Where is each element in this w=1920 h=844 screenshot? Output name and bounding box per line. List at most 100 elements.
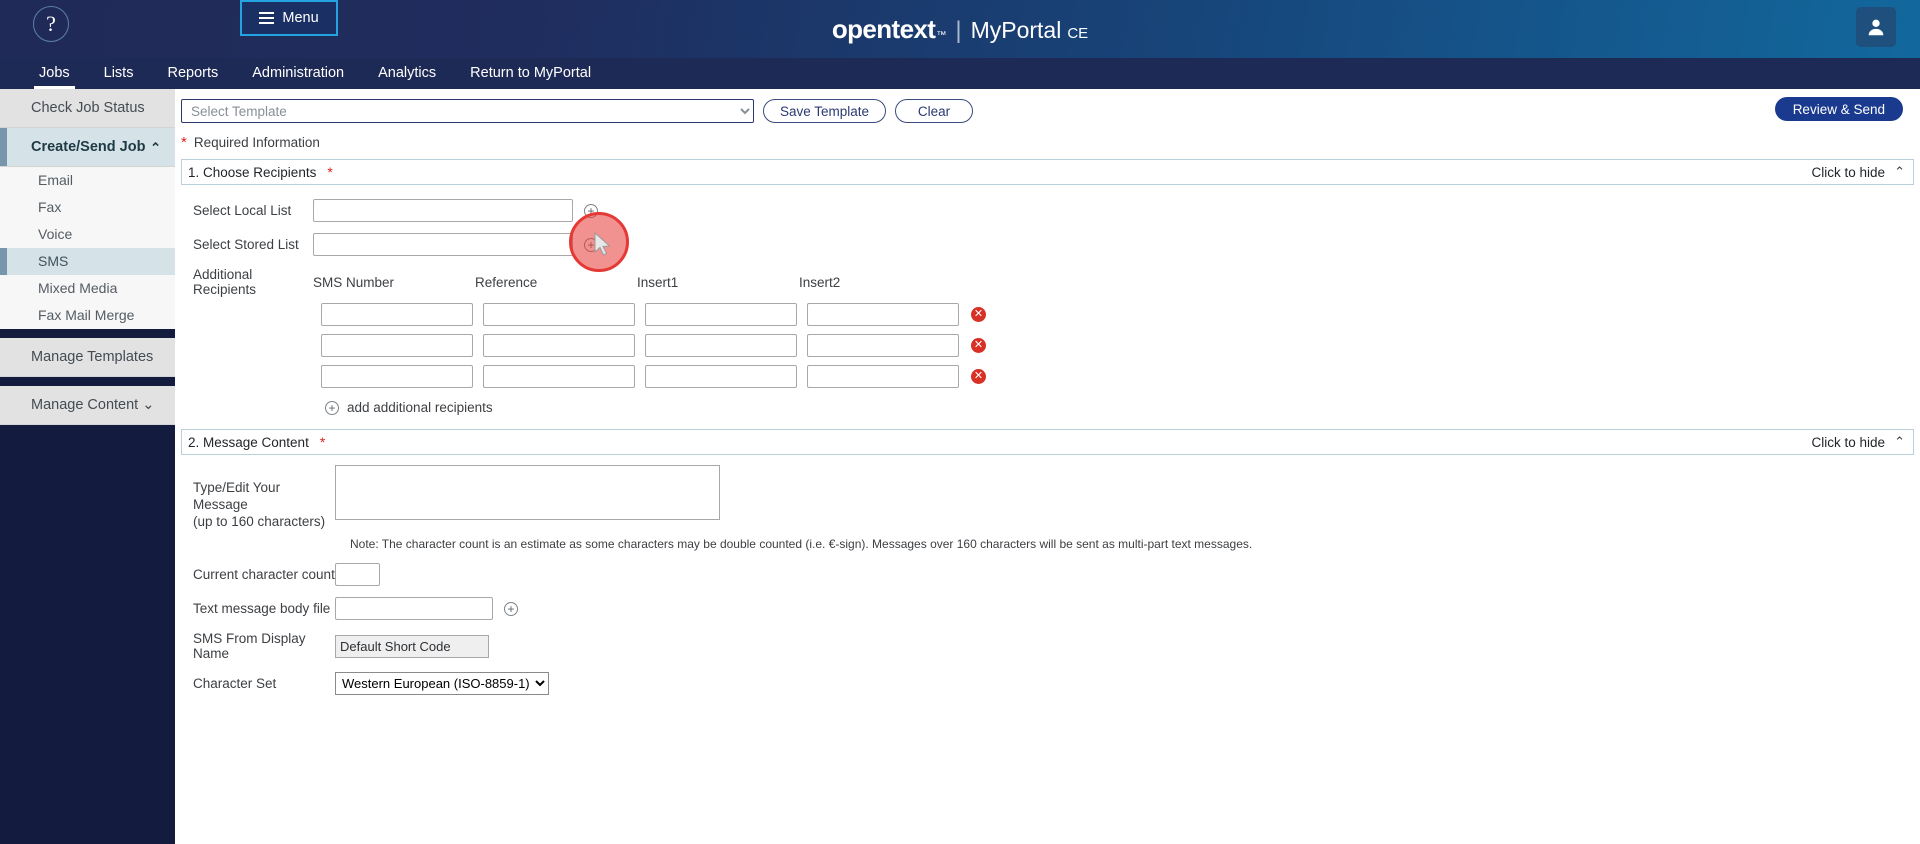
chevron-up-icon: ⌃: [150, 128, 161, 167]
application-window: ? Menu opentext ™ | MyPortal CE Jobs Lis…: [0, 0, 1920, 844]
required-star-icon: *: [327, 164, 332, 180]
recipient-reference-input[interactable]: [483, 303, 635, 326]
recipient-sms-number-input[interactable]: [321, 303, 473, 326]
brand-edition: CE: [1067, 25, 1088, 42]
add-stored-list-icon[interactable]: +: [584, 238, 598, 252]
menu-button[interactable]: Menu: [240, 0, 338, 36]
recipient-reference-input[interactable]: [483, 365, 635, 388]
recipient-sms-number-input[interactable]: [321, 365, 473, 388]
required-star-icon: *: [181, 135, 187, 150]
select-local-list-label: Select Local List: [185, 203, 313, 218]
section-header-choose-recipients[interactable]: 1. Choose Recipients * Click to hide ⌃: [181, 159, 1914, 185]
nav-item-administration[interactable]: Administration: [235, 58, 361, 89]
text-message-body-file-label: Text message body file: [185, 601, 335, 616]
sidebar-item-label: Manage Templates: [31, 349, 153, 365]
recipient-insert1-input[interactable]: [645, 303, 797, 326]
current-character-count-row: Current character count: [185, 563, 1920, 586]
required-star-icon: *: [320, 434, 325, 450]
section1-toggle-label: Click to hide: [1811, 165, 1885, 180]
section2-title: 2. Message Content: [188, 435, 309, 450]
message-textarea[interactable]: [335, 465, 720, 520]
sidebar-item-check-job-status[interactable]: Check Job Status: [0, 89, 175, 128]
sms-from-display-name-label: SMS From Display Name: [185, 631, 335, 661]
sidebar-subitem-email[interactable]: Email: [0, 167, 175, 194]
message-label: Type/Edit Your Message (up to 160 charac…: [185, 465, 335, 530]
nav-item-return-to-myportal[interactable]: Return to MyPortal: [453, 58, 608, 89]
column-header-insert2: Insert2: [799, 275, 961, 290]
recipient-reference-input[interactable]: [483, 334, 635, 357]
delete-recipient-icon[interactable]: ✕: [971, 338, 986, 353]
sidebar-subitem-fax-mail-merge[interactable]: Fax Mail Merge: [0, 302, 175, 329]
help-icon[interactable]: ?: [33, 6, 69, 42]
choose-recipients-form: Select Local List + Select Stored List +…: [175, 185, 1920, 415]
select-stored-list-label: Select Stored List: [185, 237, 313, 252]
main-content: Select Template Save Template Clear Revi…: [175, 89, 1920, 844]
recipient-row: ✕: [185, 334, 1920, 357]
section2-toggle-label: Click to hide: [1811, 435, 1885, 450]
chevron-up-icon: ⌃: [1894, 434, 1905, 450]
section1-title: 1. Choose Recipients: [188, 165, 316, 180]
save-template-button[interactable]: Save Template: [763, 99, 886, 123]
app-header: ? Menu opentext ™ | MyPortal CE: [0, 0, 1920, 58]
sidebar-subitem-label: Fax: [38, 199, 61, 215]
character-set-label: Character Set: [185, 676, 335, 691]
nav-item-jobs[interactable]: Jobs: [22, 58, 87, 89]
character-set-row: Character Set Western European (ISO-8859…: [185, 672, 1920, 695]
delete-recipient-icon[interactable]: ✕: [971, 307, 986, 322]
add-local-list-icon[interactable]: +: [584, 204, 598, 218]
message-textarea-row: Type/Edit Your Message (up to 160 charac…: [185, 465, 1920, 530]
user-avatar-button[interactable]: [1856, 7, 1896, 47]
select-local-list-input[interactable]: [313, 199, 573, 222]
chevron-down-icon: ⌄: [142, 397, 154, 413]
nav-item-reports[interactable]: Reports: [150, 58, 235, 89]
user-icon: [1865, 16, 1887, 38]
sidebar-item-label: Create/Send Job: [31, 139, 145, 155]
character-set-select[interactable]: Western European (ISO-8859-1): [335, 672, 549, 695]
sidebar: Check Job Status Create/Send Job ⌃ Email…: [0, 89, 175, 844]
delete-recipient-icon[interactable]: ✕: [971, 369, 986, 384]
sidebar-subitem-sms[interactable]: SMS: [0, 248, 175, 275]
add-additional-recipients-link[interactable]: + add additional recipients: [185, 400, 1920, 415]
add-body-file-icon[interactable]: +: [504, 602, 518, 616]
text-message-body-file-input[interactable]: [335, 597, 493, 620]
brand-product: MyPortal: [971, 17, 1062, 44]
required-information-note: * Required Information: [175, 126, 1920, 156]
recipient-insert1-input[interactable]: [645, 334, 797, 357]
selection-accent-bar: [0, 128, 7, 166]
section-header-message-content[interactable]: 2. Message Content * Click to hide ⌃: [181, 429, 1914, 455]
chevron-up-icon: ⌃: [1894, 164, 1905, 180]
nav-item-analytics[interactable]: Analytics: [361, 58, 453, 89]
current-character-count-input[interactable]: [335, 563, 380, 586]
sidebar-item-manage-content[interactable]: Manage Content ⌄: [0, 386, 175, 425]
sidebar-item-label: Manage Content: [31, 397, 138, 413]
sidebar-subitem-label: Mixed Media: [38, 280, 117, 296]
brand-name: opentext: [832, 14, 936, 45]
template-select[interactable]: Select Template: [181, 99, 754, 123]
recipient-insert2-input[interactable]: [807, 365, 959, 388]
required-information-label: Required Information: [194, 135, 320, 150]
recipient-insert2-input[interactable]: [807, 334, 959, 357]
menu-button-label: Menu: [282, 10, 318, 26]
column-header-insert1: Insert1: [637, 275, 799, 290]
sidebar-subitem-mixed-media[interactable]: Mixed Media: [0, 275, 175, 302]
add-icon: +: [325, 401, 339, 415]
select-stored-list-input[interactable]: [313, 233, 573, 256]
review-and-send-button[interactable]: Review & Send: [1775, 97, 1903, 121]
sidebar-item-create-send-job[interactable]: Create/Send Job ⌃: [0, 128, 175, 167]
sidebar-subitem-voice[interactable]: Voice: [0, 221, 175, 248]
recipient-sms-number-input[interactable]: [321, 334, 473, 357]
recipient-insert2-input[interactable]: [807, 303, 959, 326]
main-navigation: Jobs Lists Reports Administration Analyt…: [0, 58, 1920, 89]
template-toolbar: Select Template Save Template Clear Revi…: [175, 89, 1920, 126]
sidebar-item-manage-templates[interactable]: Manage Templates: [0, 338, 175, 377]
recipient-insert1-input[interactable]: [645, 365, 797, 388]
additional-recipients-label: Additional Recipients: [185, 267, 313, 297]
message-label-line2: (up to 160 characters): [193, 513, 335, 530]
sidebar-subitem-fax[interactable]: Fax: [0, 194, 175, 221]
sms-from-display-name-input[interactable]: [335, 635, 489, 658]
nav-item-lists[interactable]: Lists: [87, 58, 151, 89]
clear-button[interactable]: Clear: [895, 99, 973, 123]
recipient-row: ✕: [185, 365, 1920, 388]
select-stored-list-row: Select Stored List +: [185, 233, 1920, 256]
add-additional-recipients-label: add additional recipients: [347, 400, 493, 415]
